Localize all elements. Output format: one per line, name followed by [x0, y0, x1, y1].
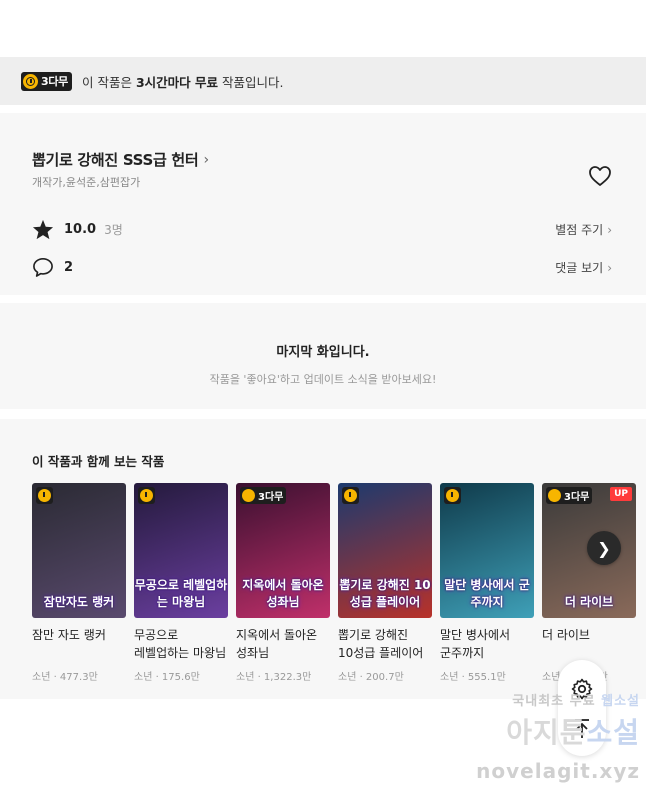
watermark-line2b: 소설	[586, 716, 640, 749]
card-meta: 소년 · 200.7만	[338, 672, 404, 683]
clock-icon	[342, 487, 359, 504]
recommend-heading: 이 작품과 함께 보는 작품	[32, 454, 165, 469]
series-info: 뽑기로 강해진 SSS급 헌터 › 개작가,윤석준,삼편잡가 10.0 3명 별…	[0, 113, 646, 277]
chevron-right-icon: ›	[607, 260, 612, 275]
watermark-line1a: 국내최초 무료	[512, 694, 602, 709]
banner-strong: 3시간마다 무료	[135, 74, 219, 90]
view-comments-button[interactable]: 댓글 보기 ›	[555, 259, 612, 276]
cover-image[interactable]: 말단 병사에서 군주까지	[440, 483, 534, 618]
card-meta: 소년 · 175.6만	[134, 672, 200, 683]
series-title-link[interactable]: 뽑기로 강해진 SSS급 헌터 ›	[32, 149, 209, 170]
chevron-right-icon: ›	[607, 222, 612, 237]
watermark-line3: novelagit.xyz	[476, 759, 640, 783]
clock-icon	[23, 73, 38, 89]
rating-count: 3명	[104, 223, 123, 237]
watermark-line1: 국내최초 무료 웹소설	[440, 690, 640, 709]
last-episode-title: 마지막 화입니다.	[276, 345, 370, 360]
card-title[interactable]: 더 라이브	[542, 626, 636, 662]
rating-value: 10.0	[64, 222, 97, 237]
rate-button[interactable]: 별점 주기 ›	[555, 221, 612, 238]
card-title[interactable]: 무공으로 레벨업하는 마왕님	[134, 626, 228, 662]
card-title[interactable]: 잠만 자도 랭커	[32, 626, 126, 662]
watermark-line2: 아지툰소설	[440, 711, 640, 751]
recommend-section: 이 작품과 함께 보는 작품 잠만자도 랭커잠만 자도 랭커소년 · 477.3…	[0, 419, 646, 699]
clock-icon	[36, 487, 53, 504]
watermark: 국내최초 무료 웹소설 아지툰소설 novelagit.xyz	[440, 690, 640, 783]
card-meta: 소년 · 555.1만	[440, 672, 506, 683]
free-badge: 3다무	[240, 487, 287, 504]
free-banner: 3다무 이 작품은 3시간마다 무료 작품입니다.	[0, 57, 646, 105]
recommend-card[interactable]: 3다무UP더 라이브더 라이브소년 · 1,254만	[542, 483, 636, 683]
comment-count: 2	[64, 259, 74, 275]
series-title: 뽑기로 강해진 SSS급 헌터	[32, 151, 199, 169]
banner-text: 이 작품은 3시간마다 무료 작품입니다.	[82, 72, 283, 91]
recommend-card[interactable]: 무공으로 레벨업하는 마왕님 무공으로 레벨업하는 마왕님 소년 · 175.6만	[134, 483, 228, 683]
heart-icon[interactable]	[588, 165, 612, 187]
banner-prefix: 이 작품은	[82, 74, 136, 90]
chevron-right-icon: ›	[203, 151, 210, 168]
last-episode-subtitle: 작품을 '좋아요'하고 업데이트 소식을 받아보세요!	[209, 373, 437, 386]
recommend-card[interactable]: 3다무 지옥에서 돌아온 성좌님 지옥에서 돌아온 성좌님 소년 · 1,322.3만	[236, 483, 330, 683]
clock-icon	[548, 489, 561, 502]
up-badge: UP	[610, 487, 632, 501]
series-authors: 개작가,윤석준,삼편잡가	[32, 176, 141, 189]
rate-label: 별점 주기	[555, 223, 604, 237]
card-title[interactable]: 뽑기로 강해진 10성급 플레이어	[338, 626, 432, 662]
recommend-card[interactable]: 말단 병사에서 군주까지 말단 병사에서 군주까지 소년 · 555.1만	[440, 483, 534, 683]
card-title[interactable]: 지옥에서 돌아온 성좌님	[236, 626, 330, 662]
recommend-card[interactable]: 잠만자도 랭커잠만 자도 랭커소년 · 477.3만	[32, 483, 126, 683]
rating-row: 10.0 3명	[32, 219, 123, 240]
badge-label: 3다무	[41, 75, 68, 88]
cover-title: 더 라이브	[564, 595, 614, 609]
top-spacer	[0, 0, 646, 57]
recommend-list: 잠만자도 랭커 잠만 자도 랭커 소년 · 477.3만 무공으로 레벨업하는 마왕님…	[32, 483, 644, 683]
card-meta: 소년 · 1,322.3만	[236, 672, 312, 683]
recommend-card[interactable]: 뽑기로 강해진 10성급 플레이어 뽑기로 강해진 10성급 플레이어 소년 · 2…	[338, 483, 432, 683]
watermark-line2a: 아지툰	[506, 716, 587, 749]
cover-title: 무공으로 레벨업하는 마왕님	[134, 578, 228, 609]
banner-suffix: 작품입니다.	[218, 74, 284, 90]
chevron-right-icon: ❯	[597, 538, 611, 558]
watermark-line1b: 웹소설	[601, 694, 640, 709]
free-badge: 3다무	[546, 487, 593, 504]
card-title[interactable]: 말단 병사에서 군주까지	[440, 626, 534, 662]
cover-image[interactable]: 잠만자도 랭커	[32, 483, 126, 618]
series-info-bottom	[0, 267, 646, 295]
cover-image[interactable]: 3다무지옥에서 돌아온 성좌님	[236, 483, 330, 618]
card-meta: 소년 · 477.3만	[32, 672, 98, 683]
free-badge: 3다무	[21, 71, 72, 91]
carousel-next-button[interactable]: ❯	[587, 531, 621, 565]
cover-title: 뽑기로 강해진 10성급 플레이어	[339, 578, 431, 609]
comment-icon	[33, 258, 53, 277]
cover-image[interactable]: 무공으로 레벨업하는 마왕님	[134, 483, 228, 618]
clock-icon	[242, 489, 255, 502]
cover-title: 말단 병사에서 군주까지	[444, 578, 530, 609]
comment-row: 2	[32, 257, 73, 277]
clock-icon	[444, 487, 461, 504]
star-icon	[32, 219, 54, 240]
badge-label: 3다무	[258, 492, 284, 503]
comments-label: 댓글 보기	[555, 261, 604, 275]
cover-title: 지옥에서 돌아온 성좌님	[242, 578, 324, 609]
clock-icon	[138, 487, 155, 504]
cover-image[interactable]: 뽑기로 강해진 10성급 플레이어	[338, 483, 432, 618]
cover-title: 잠만자도 랭커	[43, 595, 115, 609]
badge-label: 3다무	[564, 492, 590, 503]
last-episode-notice: 마지막 화입니다. 작품을 '좋아요'하고 업데이트 소식을 받아보세요!	[0, 303, 646, 409]
